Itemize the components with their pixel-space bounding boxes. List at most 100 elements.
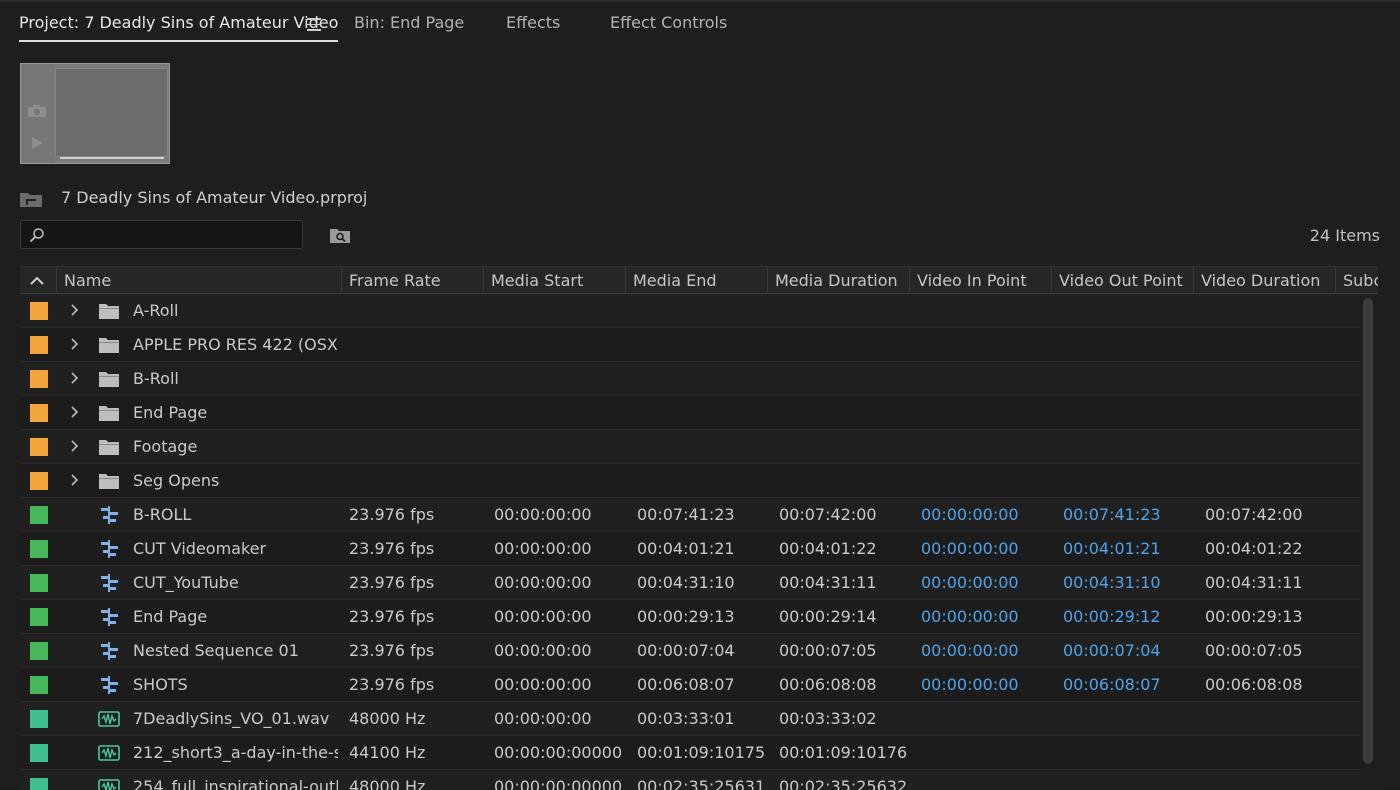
scrollbar-thumb[interactable] bbox=[1363, 298, 1373, 764]
item-name[interactable]: CUT_YouTube bbox=[133, 566, 338, 600]
panel-menu-icon[interactable] bbox=[307, 14, 321, 34]
table-row[interactable]: End Page bbox=[20, 396, 1360, 430]
cell-video-out[interactable]: 00:00:07:04 bbox=[1063, 634, 1161, 668]
item-name[interactable]: B-ROLL bbox=[133, 498, 338, 532]
cell-video-in[interactable]: 00:00:00:00 bbox=[921, 566, 1019, 600]
cell-video-in[interactable]: 00:00:00:00 bbox=[921, 498, 1019, 532]
label-color-swatch[interactable] bbox=[30, 710, 48, 728]
cell-media-end: 00:01:09:10175 bbox=[637, 743, 766, 762]
tab-project[interactable]: Project: 7 Deadly Sins of Amateur Video bbox=[19, 12, 339, 42]
chevron-right-icon[interactable] bbox=[70, 439, 80, 453]
thumbnail-image bbox=[55, 68, 168, 157]
item-name[interactable]: Seg Opens bbox=[133, 464, 338, 498]
chevron-right-icon[interactable] bbox=[70, 473, 80, 487]
item-name[interactable]: A-Roll bbox=[133, 294, 338, 328]
cell-video-in[interactable]: 00:00:00:00 bbox=[921, 532, 1019, 566]
audio-waveform-icon bbox=[98, 745, 120, 761]
chevron-right-icon[interactable] bbox=[70, 303, 80, 317]
panel-tab-bar: Project: 7 Deadly Sins of Amateur Video … bbox=[0, 2, 1400, 48]
camera-icon[interactable] bbox=[27, 104, 47, 118]
new-search-bin-icon[interactable] bbox=[329, 226, 351, 244]
table-row[interactable]: CUT_YouTube 23.976 fps 00:00:00:00 00:04:31… bbox=[20, 566, 1360, 600]
cell-video-in[interactable]: 00:00:00:00 bbox=[921, 634, 1019, 668]
item-name[interactable]: End Page bbox=[133, 396, 338, 430]
column-header-name[interactable]: Name bbox=[56, 267, 342, 294]
chevron-right-icon[interactable] bbox=[70, 405, 80, 419]
label-color-swatch[interactable] bbox=[30, 608, 48, 626]
column-header-frame-rate[interactable]: Frame Rate bbox=[341, 267, 484, 294]
label-color-swatch[interactable] bbox=[30, 744, 48, 762]
item-name[interactable]: Nested Sequence 01 bbox=[133, 634, 338, 668]
table-row[interactable]: Seg Opens bbox=[20, 464, 1360, 498]
label-color-swatch[interactable] bbox=[30, 438, 48, 456]
label-color-swatch[interactable] bbox=[30, 506, 48, 524]
item-name[interactable]: CUT Videomaker bbox=[133, 532, 338, 566]
item-name[interactable]: Footage bbox=[133, 430, 338, 464]
play-icon[interactable] bbox=[30, 136, 44, 150]
cell-video-out[interactable]: 00:06:08:07 bbox=[1063, 668, 1161, 702]
label-color-swatch[interactable] bbox=[30, 302, 48, 320]
search-box[interactable] bbox=[20, 220, 303, 249]
cell-video-out[interactable]: 00:04:31:10 bbox=[1063, 566, 1161, 600]
table-row[interactable]: End Page 23.976 fps 00:00:00:00 00:00:29:13… bbox=[20, 600, 1360, 634]
item-name[interactable]: SHOTS bbox=[133, 668, 338, 702]
table-row[interactable]: B-Roll bbox=[20, 362, 1360, 396]
table-row[interactable]: A-Roll bbox=[20, 294, 1360, 328]
item-name[interactable]: B-Roll bbox=[133, 362, 338, 396]
item-name[interactable]: 212_short3_a-day-in-the-su bbox=[133, 736, 338, 770]
tab-effects[interactable]: Effects bbox=[506, 12, 560, 40]
label-color-swatch[interactable] bbox=[30, 540, 48, 558]
label-color-swatch[interactable] bbox=[30, 778, 48, 790]
thumbnail-scrub-bar[interactable] bbox=[60, 157, 164, 159]
tab-effect-controls[interactable]: Effect Controls bbox=[610, 12, 727, 40]
table-row[interactable]: 212_short3_a-day-in-the-su 44100 Hz 00:00:… bbox=[20, 736, 1360, 770]
label-color-swatch[interactable] bbox=[30, 370, 48, 388]
sort-toggle-icon[interactable] bbox=[29, 275, 45, 287]
cell-frame-rate: 23.976 fps bbox=[349, 641, 435, 660]
column-header-video-duration[interactable]: Video Duration bbox=[1193, 267, 1336, 294]
table-row[interactable]: CUT Videomaker 23.976 fps 00:00:00:00 00:04… bbox=[20, 532, 1360, 566]
cell-media-duration: 00:04:01:22 bbox=[779, 539, 877, 558]
column-header-media-duration[interactable]: Media Duration bbox=[767, 267, 910, 294]
preview-thumbnail[interactable] bbox=[20, 63, 170, 164]
cell-video-out[interactable]: 00:04:01:21 bbox=[1063, 532, 1161, 566]
folder-icon bbox=[99, 474, 119, 489]
table-row[interactable]: APPLE PRO RES 422 (OSX) bbox=[20, 328, 1360, 362]
cell-frame-rate: 44100 Hz bbox=[349, 743, 426, 762]
cell-video-in[interactable]: 00:00:00:00 bbox=[921, 668, 1019, 702]
column-header-media-end[interactable]: Media End bbox=[625, 267, 768, 294]
column-header-media-start[interactable]: Media Start bbox=[483, 267, 626, 294]
cell-media-end: 00:00:29:13 bbox=[637, 607, 735, 626]
item-name[interactable]: APPLE PRO RES 422 (OSX) bbox=[133, 328, 338, 362]
cell-video-in[interactable]: 00:00:00:00 bbox=[921, 600, 1019, 634]
column-header-video-out-point[interactable]: Video Out Point bbox=[1051, 267, 1194, 294]
label-color-swatch[interactable] bbox=[30, 336, 48, 354]
cell-frame-rate: 23.976 fps bbox=[349, 539, 435, 558]
label-color-swatch[interactable] bbox=[30, 472, 48, 490]
chevron-right-icon[interactable] bbox=[70, 337, 80, 351]
column-header-video-in-point[interactable]: Video In Point bbox=[909, 267, 1052, 294]
tab-bin-end-page[interactable]: Bin: End Page bbox=[354, 12, 464, 40]
table-row[interactable]: Nested Sequence 01 23.976 fps 00:00:00:00 0… bbox=[20, 634, 1360, 668]
item-name[interactable]: 7DeadlySins_VO_01.wav bbox=[133, 702, 338, 736]
table-row[interactable]: Footage bbox=[20, 430, 1360, 464]
label-color-swatch[interactable] bbox=[30, 404, 48, 422]
table-row[interactable]: B-ROLL 23.976 fps 00:00:00:00 00:07:41:23 00… bbox=[20, 498, 1360, 532]
table-row[interactable]: 7DeadlySins_VO_01.wav 48000 Hz 00:00:00:00… bbox=[20, 702, 1360, 736]
chevron-right-icon[interactable] bbox=[70, 371, 80, 385]
table-row[interactable]: SHOTS 23.976 fps 00:00:00:00 00:06:08:07 00:… bbox=[20, 668, 1360, 702]
item-name[interactable]: 254_full_inspirational-outlo bbox=[133, 770, 338, 790]
cell-media-end: 00:04:01:21 bbox=[637, 539, 735, 558]
cell-video-out[interactable]: 00:00:29:12 bbox=[1063, 600, 1161, 634]
cell-video-out[interactable]: 00:07:41:23 bbox=[1063, 498, 1161, 532]
cell-video-duration: 00:04:01:22 bbox=[1205, 539, 1303, 558]
column-header-subclip[interactable]: Subc bbox=[1335, 267, 1378, 294]
search-input[interactable] bbox=[53, 223, 297, 247]
cell-video-duration: 00:00:29:13 bbox=[1205, 607, 1303, 626]
table-row[interactable]: 254_full_inspirational-outlo 48000 Hz 00:0… bbox=[20, 770, 1360, 790]
label-color-swatch[interactable] bbox=[30, 574, 48, 592]
label-color-swatch[interactable] bbox=[30, 642, 48, 660]
item-name[interactable]: End Page bbox=[133, 600, 338, 634]
label-color-swatch[interactable] bbox=[30, 676, 48, 694]
vertical-scrollbar[interactable] bbox=[1360, 294, 1378, 790]
